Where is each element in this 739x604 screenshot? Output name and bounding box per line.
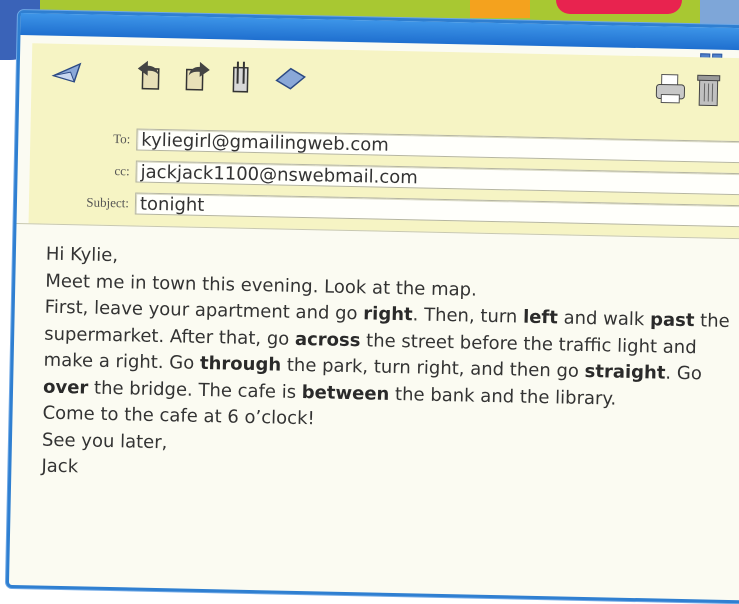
direction-keyword: through [199,352,282,376]
send-icon[interactable] [51,56,86,91]
directions-paragraph: First, leave your apartment and go right… [43,295,735,415]
direction-keyword: between [301,381,390,405]
print-icon[interactable] [653,72,688,107]
forward-icon[interactable] [181,58,216,93]
direction-keyword: past [649,309,695,332]
direction-text: the park, turn right, and then go [280,354,585,382]
attach-icon[interactable] [223,59,258,94]
direction-keyword: right [363,303,413,326]
direction-text: . Go [665,362,703,385]
direction-keyword: across [294,328,361,351]
direction-text: the bank and the library. [389,383,617,410]
direction-keyword: straight [584,360,666,384]
direction-text: . Then, turn [412,304,524,328]
subject-label: Subject: [86,194,130,211]
reply-icon[interactable] [131,57,166,92]
direction-keyword: left [522,306,559,329]
cc-label: cc: [114,163,130,179]
address-book-icon[interactable] [273,60,308,95]
to-label: To: [113,131,131,147]
email-window: To: kyliegirl@gmailingweb.com cc: jackja… [5,10,739,604]
direction-text: the bridge. The cafe is [88,377,303,403]
direction-text: and walk [557,307,651,331]
message-body[interactable]: Hi Kylie, Meet me in town this evening. … [41,242,736,495]
direction-text: First, leave your apartment and go [44,296,364,325]
background-tab [556,0,682,14]
trash-icon[interactable] [691,73,726,108]
background-shape [470,0,530,18]
direction-keyword: over [42,376,89,399]
